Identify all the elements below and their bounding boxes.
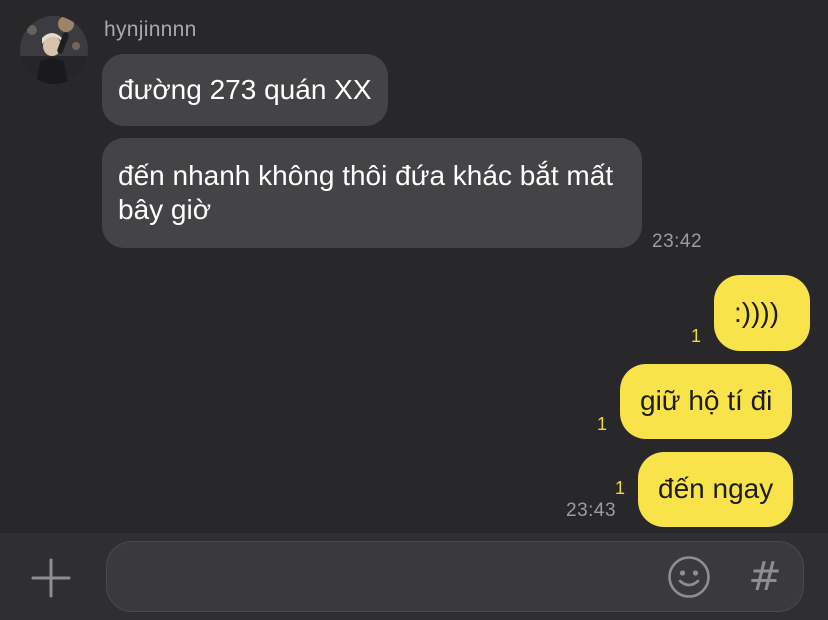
unread-count: 1 bbox=[597, 414, 608, 434]
sender-name: hynjinnnn bbox=[104, 18, 197, 41]
unread-count: 1 bbox=[615, 478, 626, 498]
hash-icon[interactable]: # bbox=[744, 554, 786, 600]
incoming-message[interactable]: đường 273 quán XX bbox=[102, 54, 388, 126]
incoming-message[interactable]: đến nhanh không thôi đứa khác bắt mất bâ… bbox=[102, 138, 642, 248]
outgoing-message[interactable]: :)))) bbox=[714, 275, 810, 351]
message-timestamp: 23:43 bbox=[566, 500, 617, 521]
chat-area: hynjinnnn đường 273 quán XX đến nhanh kh… bbox=[0, 0, 828, 533]
plus-icon bbox=[31, 558, 71, 598]
emoji-icon bbox=[668, 556, 710, 598]
outgoing-message[interactable]: giữ hộ tí đi bbox=[620, 364, 793, 439]
avatar-photo bbox=[20, 16, 88, 84]
sender-avatar[interactable] bbox=[20, 16, 88, 84]
message-timestamp: 23:42 bbox=[652, 231, 703, 252]
unread-count: 1 bbox=[691, 326, 702, 346]
input-bar: # bbox=[0, 533, 828, 620]
emoji-button[interactable] bbox=[666, 554, 712, 600]
outgoing-message[interactable]: đến ngay bbox=[638, 452, 794, 527]
attach-button[interactable] bbox=[30, 557, 72, 599]
